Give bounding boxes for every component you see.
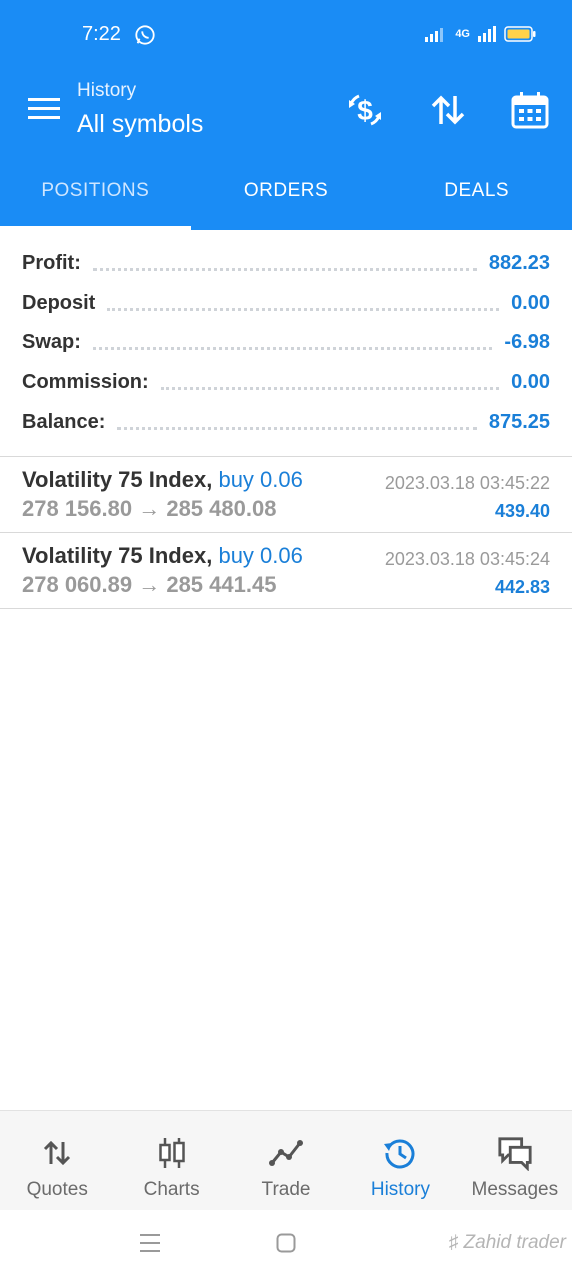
status-bar: 7:22 4G	[0, 0, 572, 72]
tab-orders[interactable]: ORDERS	[191, 152, 382, 230]
app-bar: History All symbols $	[0, 72, 572, 152]
deal-symbol: Volatility 75 Index, buy 0.06	[22, 543, 303, 569]
tab-positions[interactable]: POSITIONS	[0, 152, 191, 230]
dollar-exchange-icon: $	[349, 94, 381, 126]
dotted-leader	[107, 307, 500, 311]
summary-label: Profit:	[22, 252, 81, 275]
summary-row-deposit: Deposit 0.00	[0, 284, 572, 324]
app-subtitle: History	[77, 80, 137, 101]
header: 7:22 4G History All symbols $ POSITIONS …	[0, 0, 572, 230]
deal-time: 2023.03.18 03:45:24	[384, 549, 550, 569]
summary-value: -6.98	[504, 331, 550, 354]
deal-type: buy 0.06	[218, 543, 303, 568]
symbol-selector[interactable]: All symbols	[77, 110, 203, 139]
tab-deals[interactable]: DEALS	[381, 152, 572, 230]
arrows-up-down-icon	[39, 1135, 75, 1171]
summary-label: Balance:	[22, 410, 106, 433]
system-navigation-bar: ♯ Zahid trader	[0, 1210, 572, 1280]
history-clock-icon	[382, 1135, 418, 1171]
nav-label: Messages	[471, 1179, 559, 1200]
summary-value: 882.23	[488, 252, 550, 275]
summary-row-commission: Commission: 0.00	[0, 363, 572, 403]
bottom-navigation: Quotes Charts Trade History Messages	[0, 1110, 572, 1210]
sort-button[interactable]	[426, 88, 470, 132]
watermark: ♯ Zahid trader	[449, 1232, 566, 1254]
home-icon[interactable]	[276, 1232, 296, 1254]
tab-bar: POSITIONS ORDERS DEALS	[0, 152, 572, 230]
deal-symbol-name: Volatility 75 Index,	[22, 543, 213, 568]
status-indicators: 4G	[425, 26, 536, 42]
dotted-leader	[160, 387, 500, 391]
dotted-leader	[92, 268, 477, 272]
deal-symbol-name: Volatility 75 Index,	[22, 467, 213, 492]
summary-label: Deposit	[22, 291, 96, 314]
dotted-leader	[92, 347, 493, 351]
network-type: 4G	[455, 28, 470, 40]
deal-type: buy 0.06	[218, 467, 303, 492]
menu-icon[interactable]	[28, 96, 60, 122]
deal-profit: 439.40	[494, 501, 550, 521]
summary-row-profit: Profit: 882.23	[0, 244, 572, 284]
deal-symbol: Volatility 75 Index, buy 0.06	[22, 467, 303, 493]
profit-currency-button[interactable]: $	[343, 88, 387, 132]
candlestick-icon	[154, 1135, 190, 1171]
nav-label: Trade	[261, 1179, 311, 1200]
summary-panel: Profit: 882.23 Deposit 0.00 Swap: -6.98 …	[0, 244, 572, 442]
whatsapp-icon	[135, 25, 155, 45]
deal-profit: 442.83	[494, 577, 550, 597]
deal-time: 2023.03.18 03:45:22	[384, 473, 550, 493]
signal-icon	[425, 28, 444, 42]
signal-icon-2	[478, 26, 496, 42]
nav-label: History	[370, 1179, 430, 1200]
deal-row[interactable]: Volatility 75 Index, buy 0.06 278 156.80…	[0, 457, 572, 533]
chat-bubbles-icon	[497, 1135, 533, 1171]
sort-arrows-icon	[431, 95, 465, 125]
watermark-text: Zahid trader	[463, 1232, 566, 1253]
dotted-leader	[117, 426, 477, 430]
summary-value: 0.00	[511, 291, 550, 314]
nav-label: Charts	[143, 1179, 200, 1200]
nav-quotes[interactable]: Quotes	[0, 1111, 114, 1210]
nav-charts[interactable]: Charts	[114, 1111, 228, 1210]
trend-line-icon	[268, 1135, 304, 1171]
nav-messages[interactable]: Messages	[458, 1111, 572, 1210]
summary-label: Swap:	[22, 331, 81, 354]
summary-row-balance: Balance: 875.25	[0, 402, 572, 442]
nav-trade[interactable]: Trade	[229, 1111, 343, 1210]
status-time: 7:22	[82, 23, 121, 45]
summary-row-swap: Swap: -6.98	[0, 323, 572, 363]
calendar-icon	[511, 92, 549, 129]
nav-label: Quotes	[26, 1179, 88, 1200]
deal-prices: 278 156.80 → 285 480.08	[22, 496, 277, 521]
calendar-button[interactable]	[508, 88, 552, 132]
summary-value: 875.25	[488, 410, 550, 433]
battery-icon	[504, 26, 536, 42]
watermark-logo-icon: ♯	[448, 1232, 459, 1253]
recent-apps-icon[interactable]	[140, 1232, 160, 1254]
summary-label: Commission:	[22, 371, 149, 394]
divider	[0, 608, 572, 609]
svg-text:$: $	[357, 95, 373, 126]
deal-row[interactable]: Volatility 75 Index, buy 0.06 278 060.89…	[0, 533, 572, 609]
deal-prices: 278 060.89 → 285 441.45	[22, 572, 277, 597]
summary-value: 0.00	[511, 371, 550, 394]
nav-history[interactable]: History	[343, 1111, 457, 1210]
